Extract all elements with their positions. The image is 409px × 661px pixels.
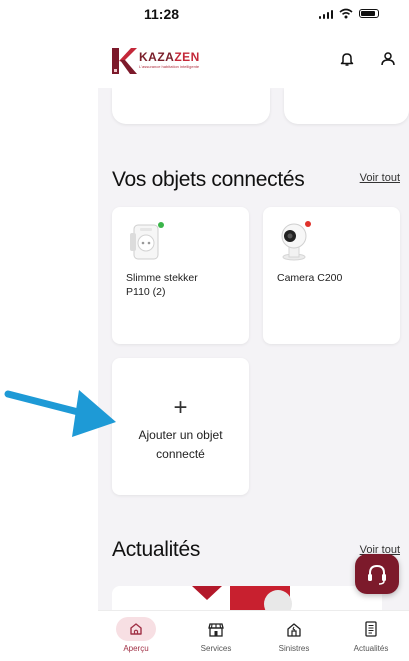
bottom-tab-bar: Aperçu Services Sinistres Actualités bbox=[98, 610, 409, 661]
house-damage-icon bbox=[287, 622, 301, 637]
logo-k-mark bbox=[112, 48, 137, 74]
device-status-dot bbox=[305, 221, 311, 227]
brand-name: KAZAZEN bbox=[139, 50, 200, 64]
smart-plug-icon bbox=[130, 224, 159, 260]
device-name: Slimme stekker P110 (2) bbox=[126, 272, 198, 298]
see-all-connected-link[interactable]: Voir tout bbox=[360, 172, 400, 184]
battery-icon bbox=[359, 9, 379, 18]
newspaper-icon bbox=[365, 621, 377, 637]
phone-screen: 11:28 KAZAZEN L'assurance habitation int… bbox=[98, 0, 409, 661]
kazazen-logo[interactable]: KAZAZEN L'assurance habitation intellige… bbox=[111, 46, 200, 76]
status-time: 11:28 bbox=[144, 6, 180, 22]
previous-card-left[interactable] bbox=[112, 88, 270, 124]
tab-sinistres[interactable]: Sinistres bbox=[264, 617, 324, 653]
bell-icon[interactable] bbox=[338, 50, 356, 68]
tab-label: Actualités bbox=[353, 644, 389, 653]
main-content[interactable]: Vos objets connectés Voir tout Slimme st… bbox=[98, 88, 409, 610]
tab-label: Aperçu bbox=[123, 644, 149, 653]
annotation-arrow bbox=[4, 390, 116, 437]
tab-apercu[interactable]: Aperçu bbox=[106, 617, 166, 653]
status-bar: 11:28 bbox=[98, 0, 409, 32]
home-icon bbox=[130, 623, 142, 635]
device-name: Camera C200 bbox=[277, 272, 343, 284]
connected-objects-title: Vos objets connectés bbox=[112, 168, 305, 191]
cellular-signal-icon bbox=[318, 9, 333, 19]
user-icon[interactable] bbox=[379, 50, 397, 68]
tab-actualites[interactable]: Actualités bbox=[341, 617, 401, 653]
device-card-camera[interactable]: Camera C200 bbox=[263, 207, 400, 344]
news-thumbnail-image bbox=[192, 586, 292, 610]
camera-icon bbox=[281, 223, 307, 261]
app-header: KAZAZEN L'assurance habitation intellige… bbox=[98, 32, 409, 88]
support-chat-button[interactable] bbox=[355, 554, 399, 594]
store-icon bbox=[208, 622, 224, 637]
news-card-preview[interactable] bbox=[112, 586, 382, 610]
headset-icon bbox=[368, 564, 386, 585]
brand-tagline: L'assurance habitation intelligente bbox=[139, 64, 200, 69]
tab-label: Services bbox=[200, 644, 232, 653]
device-status-dot bbox=[158, 222, 164, 228]
device-card-smart-plug[interactable]: Slimme stekker P110 (2) bbox=[112, 207, 249, 344]
tab-services[interactable]: Services bbox=[186, 617, 246, 653]
news-section-title: Actualités bbox=[112, 538, 201, 561]
status-icons bbox=[318, 8, 379, 19]
wifi-icon bbox=[339, 8, 353, 19]
tab-label: Sinistres bbox=[278, 644, 310, 653]
previous-card-right[interactable] bbox=[284, 88, 409, 124]
